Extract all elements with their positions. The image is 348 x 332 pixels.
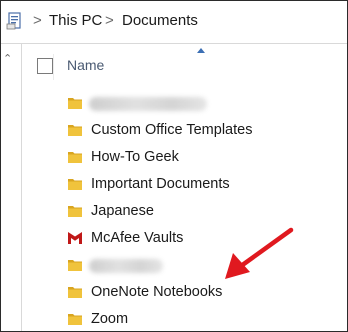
mcafee-icon: [68, 232, 82, 244]
folder-icon: [68, 98, 82, 109]
file-explorer-window: > This PC > Documents ⌃ Name Custom Offi…: [0, 0, 348, 332]
item-label: McAfee Vaults: [91, 230, 184, 246]
documents-location-icon: [6, 12, 21, 30]
item-label: Zoom: [91, 311, 129, 327]
list-item-redacted-folder[interactable]: [67, 93, 227, 115]
item-label: How-To Geek: [91, 149, 179, 165]
item-label: OneNote Notebooks: [91, 284, 223, 300]
breadcrumb-separator-icon: >: [33, 12, 42, 29]
folder-icon: [68, 125, 82, 136]
folder-icon: [68, 152, 82, 163]
item-label: Important Documents: [91, 176, 230, 192]
redacted-label: [89, 97, 207, 111]
breadcrumb-this-pc[interactable]: This PC: [49, 12, 102, 29]
item-label: Japanese: [91, 203, 154, 219]
folder-icon: [68, 287, 82, 298]
list-item-redacted-folder[interactable]: [67, 255, 227, 277]
column-divider: [53, 54, 54, 80]
folder-icon: [68, 179, 82, 190]
column-header-row: Name: [25, 54, 347, 80]
select-all-checkbox[interactable]: [37, 58, 53, 74]
name-column-header[interactable]: Name: [67, 57, 104, 73]
navigation-pane[interactable]: ⌃: [1, 44, 22, 331]
item-label: Custom Office Templates: [91, 122, 253, 138]
sort-ascending-icon: [197, 48, 205, 53]
scroll-up-icon[interactable]: ⌃: [3, 52, 12, 65]
folder-icon: [68, 314, 82, 325]
breadcrumb-documents[interactable]: Documents: [122, 12, 198, 29]
breadcrumb-separator-icon: >: [105, 12, 114, 29]
folder-icon: [68, 206, 82, 217]
address-bar[interactable]: > This PC > Documents: [1, 1, 347, 44]
file-list: Name Custom Office Templates How-To Geek: [25, 44, 347, 331]
folder-icon: [68, 260, 82, 271]
redacted-label: [89, 259, 163, 273]
